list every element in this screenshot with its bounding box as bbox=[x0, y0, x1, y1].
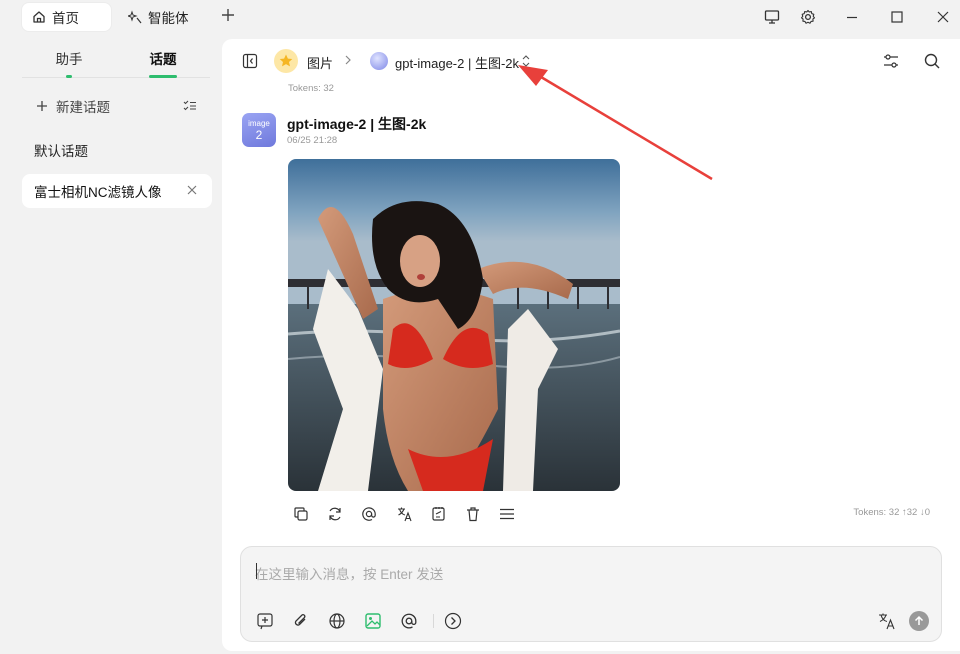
new-topic-label: 新建话题 bbox=[56, 100, 110, 115]
tab-topic-active-indicator bbox=[149, 75, 177, 78]
toggle-sidebar-icon[interactable] bbox=[242, 53, 258, 69]
attachment-icon[interactable] bbox=[291, 611, 311, 631]
model-selector[interactable]: gpt-image-2 | 生图-2k bbox=[395, 53, 519, 72]
mention-icon[interactable] bbox=[360, 505, 378, 523]
text-caret bbox=[256, 563, 257, 579]
close-topic-icon[interactable] bbox=[186, 184, 198, 196]
maximize-icon[interactable] bbox=[889, 9, 905, 25]
new-topic-shortcut-icon[interactable] bbox=[255, 611, 275, 631]
tab-assistant-indicator bbox=[66, 75, 72, 78]
mention-model-icon[interactable] bbox=[399, 611, 419, 631]
tab-agent[interactable]: 智能体 bbox=[118, 3, 199, 31]
star-category-icon bbox=[274, 49, 298, 73]
tab-assistant-label: 助手 bbox=[55, 52, 83, 67]
tokens-counter-top: Tokens: 32 bbox=[288, 83, 334, 94]
minimize-icon[interactable] bbox=[844, 9, 860, 25]
sidebar-tabs: 助手 话题 bbox=[22, 44, 210, 78]
topic-item-active[interactable]: 富士相机NC滤镜人像 bbox=[22, 174, 212, 208]
tab-home-label: 首页 bbox=[52, 11, 79, 26]
message-input-box[interactable]: 在这里输入消息，按 Enter 发送 bbox=[240, 546, 942, 642]
web-search-globe-icon[interactable] bbox=[327, 611, 347, 631]
topic-sidebar: 助手 话题 新建话题 默认话题 富士相机NC滤镜人像 bbox=[16, 36, 220, 654]
chevron-right-icon bbox=[345, 55, 351, 65]
close-window-icon[interactable] bbox=[935, 9, 951, 25]
image-generation-icon[interactable] bbox=[363, 611, 383, 631]
chevron-up-down-icon[interactable] bbox=[521, 54, 531, 68]
list-check-icon[interactable] bbox=[182, 98, 198, 114]
tab-agent-label: 智能体 bbox=[148, 11, 189, 26]
edit-note-icon[interactable] bbox=[430, 505, 448, 523]
home-icon bbox=[32, 10, 46, 24]
assistant-avatar-text: image bbox=[248, 119, 270, 128]
tab-home[interactable]: 首页 bbox=[22, 3, 111, 31]
assistant-avatar-number: 2 bbox=[255, 128, 263, 142]
menu-icon[interactable] bbox=[498, 505, 516, 523]
message-timestamp: 06/25 21:28 bbox=[287, 135, 338, 146]
search-icon[interactable] bbox=[923, 52, 941, 70]
regenerate-icon[interactable] bbox=[326, 505, 344, 523]
title-bar: 首页 智能体 bbox=[0, 0, 960, 36]
plus-icon bbox=[37, 101, 47, 111]
copy-icon[interactable] bbox=[292, 505, 310, 523]
sparkle-icon bbox=[128, 10, 142, 24]
message-sender: gpt-image-2 | 生图-2k bbox=[287, 116, 427, 132]
chat-panel: 图片 gpt-image-2 | 生图-2k Tokens: 32 image … bbox=[222, 39, 960, 651]
delete-icon[interactable] bbox=[464, 505, 482, 523]
generated-image[interactable] bbox=[288, 159, 620, 491]
topic-item-active-label: 富士相机NC滤镜人像 bbox=[34, 185, 162, 200]
tab-assistant[interactable]: 助手 bbox=[22, 48, 116, 78]
sliders-icon[interactable] bbox=[882, 52, 900, 70]
message-input[interactable]: 在这里输入消息，按 Enter 发送 bbox=[255, 563, 443, 583]
topic-item-default-label: 默认话题 bbox=[34, 144, 88, 159]
monitor-icon[interactable] bbox=[764, 9, 780, 25]
tokens-counter-bottom: Tokens: 32 ↑32 ↓0 bbox=[853, 507, 930, 518]
tab-topic-label: 话题 bbox=[149, 52, 177, 67]
new-tab-plus-icon[interactable] bbox=[220, 7, 236, 23]
new-topic-button[interactable]: 新建话题 bbox=[36, 96, 110, 116]
arrow-up-icon bbox=[914, 615, 924, 625]
topic-item-default[interactable]: 默认话题 bbox=[34, 140, 88, 160]
model-avatar-small bbox=[370, 52, 388, 70]
circle-arrow-right-icon[interactable] bbox=[443, 611, 463, 631]
toolbar-divider bbox=[433, 614, 434, 628]
settings-gear-icon[interactable] bbox=[800, 9, 816, 25]
translate-input-icon[interactable] bbox=[877, 611, 897, 631]
tab-topic[interactable]: 话题 bbox=[116, 48, 210, 78]
translate-icon[interactable] bbox=[396, 505, 414, 523]
breadcrumb-category[interactable]: 图片 bbox=[307, 53, 333, 72]
send-button[interactable] bbox=[909, 611, 929, 631]
assistant-avatar: image 2 bbox=[242, 113, 276, 147]
